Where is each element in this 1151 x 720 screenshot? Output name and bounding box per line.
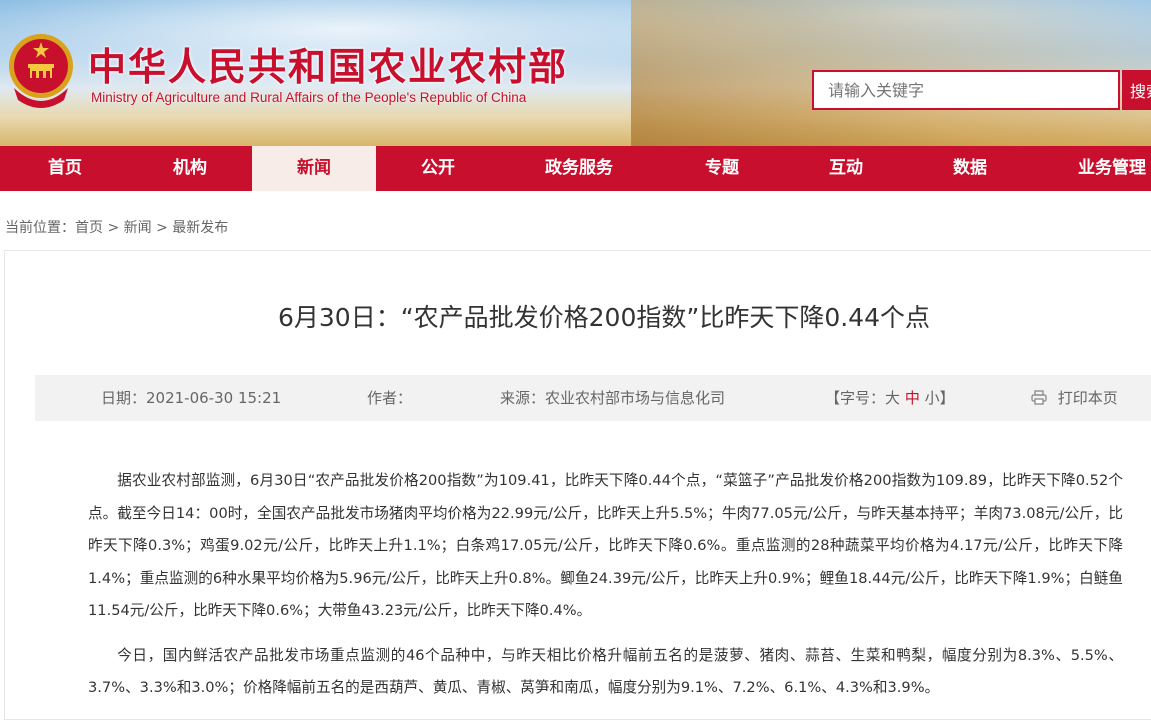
search-input[interactable] bbox=[812, 70, 1120, 110]
font-size-control: 【字号：大 中 小】 bbox=[825, 375, 955, 421]
search-button[interactable]: 搜索 bbox=[1122, 70, 1151, 110]
nav-item-business-management[interactable]: 业务管理 bbox=[1062, 146, 1151, 191]
site-title[interactable]: 中华人民共和国农业农村部 bbox=[88, 36, 568, 91]
font-small-button[interactable]: 小 bbox=[925, 389, 940, 407]
main-nav: 首页 机构 新闻 公开 政务服务 专题 互动 数据 业务管理 bbox=[0, 146, 1151, 191]
nav-item-data[interactable]: 数据 bbox=[908, 146, 1032, 191]
printer-icon bbox=[1031, 390, 1047, 405]
font-medium-button[interactable]: 中 bbox=[905, 389, 920, 407]
article-date: 日期：2021-06-30 15:21 bbox=[101, 389, 282, 407]
nav-item-government-services[interactable]: 政务服务 bbox=[516, 146, 642, 191]
article-paragraph: 据农业农村部监测，6月30日“农产品批发价格200指数”为109.41，比昨天下… bbox=[88, 472, 1123, 619]
nav-item-organization[interactable]: 机构 bbox=[128, 146, 252, 191]
search-box: 搜索 bbox=[812, 70, 1151, 114]
article-source: 来源：农业农村部市场与信息化司 bbox=[500, 389, 726, 407]
font-size-suffix: 】 bbox=[939, 389, 955, 407]
breadcrumb[interactable]: 当前位置：首页 > 新闻 > 最新发布 bbox=[5, 217, 228, 237]
font-size-prefix: 【字号： bbox=[825, 389, 886, 407]
site-subtitle: Ministry of Agriculture and Rural Affair… bbox=[91, 90, 527, 105]
nav-item-public[interactable]: 公开 bbox=[376, 146, 500, 191]
print-label: 打印本页 bbox=[1057, 389, 1118, 407]
article-meta-bar: 日期：2021-06-30 15:21 作者： 来源：农业农村部市场与信息化司 … bbox=[35, 375, 1151, 421]
nav-item-home[interactable]: 首页 bbox=[0, 146, 130, 191]
article-author: 作者： bbox=[367, 389, 413, 407]
print-button[interactable]: 打印本页 bbox=[1031, 375, 1118, 421]
font-large-button[interactable]: 大 bbox=[885, 389, 900, 407]
article-body: 据农业农村部监测，6月30日“农产品批发价格200指数”为109.41，比昨天下… bbox=[88, 465, 1123, 717]
nav-item-topics[interactable]: 专题 bbox=[660, 146, 784, 191]
site-header: 中华人民共和国农业农村部 Ministry of Agriculture and… bbox=[0, 0, 1151, 146]
national-emblem-icon[interactable] bbox=[6, 28, 76, 110]
article-title: 6月30日：“农产品批发价格200指数”比昨天下降0.44个点 bbox=[277, 303, 930, 332]
nav-item-interaction[interactable]: 互动 bbox=[784, 146, 908, 191]
nav-item-news[interactable]: 新闻 bbox=[252, 146, 376, 191]
article-paragraph: 今日，国内鲜活农产品批发市场重点监测的46个品种中，与昨天相比价格升幅前五名的是… bbox=[88, 646, 1123, 697]
